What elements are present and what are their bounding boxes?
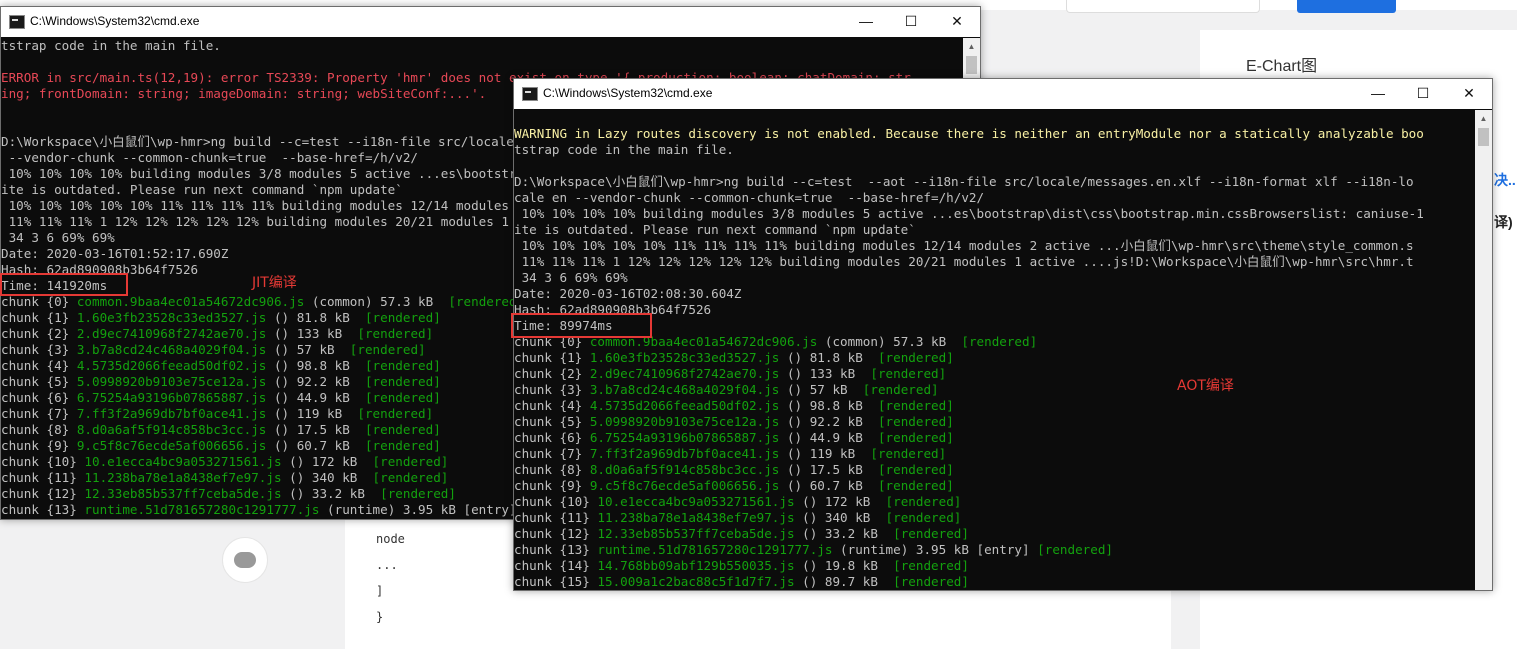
window-title: C:\Windows\System32\cmd.exe [543, 86, 713, 100]
terminal-line: chunk {3} 3.b7a8cd24c468a4029f04.js () 5… [514, 382, 939, 397]
webpage-primary-button[interactable] [1297, 0, 1396, 13]
right-panel-title[interactable]: E-Chart图 [1246, 52, 1317, 76]
window-title: C:\Windows\System32\cmd.exe [30, 14, 200, 28]
scroll-up-arrow-icon[interactable]: ▲ [963, 38, 980, 55]
terminal-line: chunk {15} 15.009a1c2bac88c5f1d7f7.js ()… [514, 574, 969, 589]
vertical-scrollbar[interactable]: ▲ [1475, 110, 1492, 590]
annotation-aot: AOT编译 [1177, 378, 1234, 394]
terminal-line: 34 3 6 69% 69% [514, 270, 628, 285]
terminal-line: Date: 2020-03-16T02:08:30.604Z [514, 286, 742, 301]
close-button[interactable]: ✕ [1446, 79, 1492, 109]
terminal-line: chunk {9} 9.c5f8c76ecde5af006656.js () 6… [514, 478, 954, 493]
terminal-line: cale en --vendor-chunk --common-chunk=tr… [514, 190, 985, 205]
terminal-line: 10% 10% 10% 10% building modules 3/8 mod… [514, 206, 1424, 221]
window-titlebar[interactable]: C:\Windows\System32\cmd.exe — ☐ ✕ [1, 7, 980, 37]
terminal-line: Hash: 62ad890908b3b64f7526 [514, 302, 712, 317]
cmd-app-icon [522, 87, 538, 101]
terminal-line: chunk {8} 8.d0a6af5f914c858bc3cc.js () 1… [514, 462, 954, 477]
minimize-button[interactable]: — [1355, 79, 1401, 109]
highlight-box-jit-time [0, 273, 128, 296]
terminal-line: chunk {1} 1.60e3fb23528c33ed3527.js () 8… [514, 350, 954, 365]
terminal-output[interactable]: WARNING in Lazy routes discovery is not … [514, 126, 1475, 606]
highlight-box-aot-time [511, 313, 652, 338]
terminal-line: chunk {12} 12.33eb85b537ff7ceba5de.js ()… [514, 526, 969, 541]
code-line: ] [376, 584, 384, 598]
terminal-line: chunk {6} 6.75254a93196b07865887.js () 4… [514, 430, 954, 445]
partial-heading-text: 译) [1494, 214, 1513, 230]
terminal-line: D:\Workspace\小白鼠们\wp-hmr>ng build --c=te… [514, 174, 1414, 189]
terminal-line: 10% 10% 10% 10% 10% 11% 11% 11% 11% buil… [514, 238, 1414, 253]
close-button[interactable]: ✕ [934, 7, 980, 37]
terminal-line: 11% 11% 11% 1 12% 12% 12% 12% 12% buildi… [514, 254, 1414, 269]
terminal-line: tstrap code in the main file. [1, 38, 221, 53]
cmd-window-aot[interactable]: C:\Windows\System32\cmd.exe — ☐ ✕ WARNIN… [513, 78, 1493, 591]
terminal-line: chunk {10} 10.e1ecca4bc9a053271561.js ()… [514, 494, 962, 509]
terminal-line: WARNING in Lazy routes discovery is not … [514, 126, 1424, 141]
minimize-button[interactable]: — [843, 7, 889, 37]
terminal-line: chunk {0} common.9baa4ec01a54672dc906.js… [514, 334, 1038, 349]
partial-link-text[interactable]: 决.. [1494, 170, 1516, 190]
code-line: } [376, 610, 384, 624]
scrollbar-thumb[interactable] [966, 56, 977, 74]
terminal-line: chunk {4} 4.5735d2066feead50df02.js () 9… [514, 398, 954, 413]
terminal-line: chunk {2} 2.d9ec7410968f2742ae70.js () 1… [514, 366, 947, 381]
terminal-line: chunk {11} 11.238ba78e1a8438ef7e97.js ()… [514, 510, 962, 525]
annotation-jit: JIT编译 [252, 275, 297, 291]
maximize-button[interactable]: ☐ [888, 7, 934, 37]
wechat-share-icon[interactable] [222, 537, 268, 583]
terminal-line: Time: 89974ms [514, 318, 613, 333]
window-titlebar[interactable]: C:\Windows\System32\cmd.exe — ☐ ✕ [514, 79, 1492, 109]
scrollbar-thumb[interactable] [1478, 128, 1489, 146]
terminal-line: chunk {5} 5.0998920b9103e75ce12a.js () 9… [514, 414, 954, 429]
cmd-app-icon [9, 15, 25, 29]
maximize-button[interactable]: ☐ [1400, 79, 1446, 109]
terminal-line: tstrap code in the main file. [514, 142, 734, 157]
code-line: ... [376, 558, 398, 572]
terminal-line: ite is outdated. Please run next command… [514, 222, 916, 237]
terminal-line: chunk {7} 7.ff3f2a969db7bf0ace41.js () 1… [514, 446, 947, 461]
webpage-search-box[interactable] [1066, 0, 1260, 13]
terminal-line: chunk {14} 14.768bb09abf129b550035.js ()… [514, 558, 969, 573]
terminal-line: chunk {13} runtime.51d781657280c1291777.… [514, 542, 1113, 557]
scroll-up-arrow-icon[interactable]: ▲ [1475, 110, 1492, 127]
code-line: node [376, 532, 405, 546]
